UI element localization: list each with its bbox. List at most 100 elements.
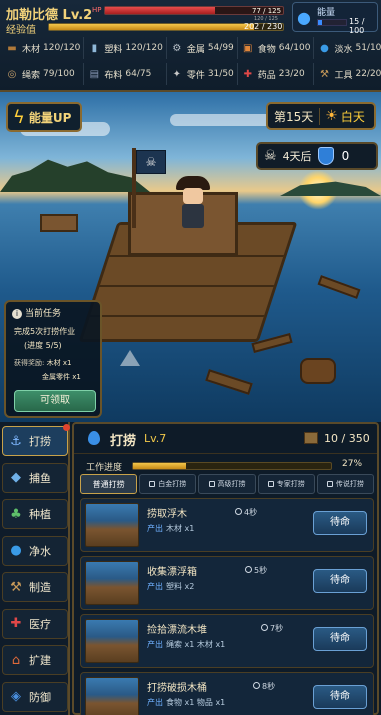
task-name: 打捞破损木桶 [147,683,207,694]
food-icon: ▣ [243,42,253,54]
standby-button[interactable]: 待命 [313,569,367,593]
sidebar-item-3[interactable]: ● 净水 [2,535,68,566]
energy-label: 能量 [317,8,336,18]
energy-fill [318,20,323,25]
resource-grid: ▬ 木材 120/120 ▮ 塑料 120/120 ⚙ 金属 54/99 ▣ 食物 64/100 ● 淡水… [2,37,381,85]
pirate-flag-icon: ☠ [136,150,166,174]
energy-bar [317,19,347,26]
standby-button[interactable]: 待命 [313,511,367,535]
pirate-character[interactable] [176,176,210,230]
resource-name: 塑料 [104,44,123,55]
cloth-icon: ▤ [89,68,100,80]
resource-name: 布料 [104,70,123,81]
day-indicator: 第15天 ☀ 白天 [266,102,376,130]
standby-button[interactable]: 待命 [313,685,367,709]
resource-6[interactable]: ▤ 布料 64/75 [84,63,167,85]
salvage-task-card: 收集漂浮箱 5秒 产出 塑料 x2 待命 [80,556,374,610]
hp-label: HP [92,6,102,14]
energy-up-button[interactable]: ϟ 能量UP [6,102,82,132]
resource-0[interactable]: ▬ 木材 120/120 [2,37,85,59]
resource-4[interactable]: ● 淡水51/100 [314,37,381,59]
task-thumbnail [85,503,139,547]
resource-5[interactable]: ◎ 绳索 79/100 [2,63,85,85]
ocean-scene: ☠ ϟ 能量UP 第15天 ☀ 白天 ☠ 4天后 0 i 当前任务 完成5次打捞… [0,92,381,422]
xp-label: 经验值 [6,25,36,36]
top-status-bar: 加勒比德 Lv.2 HP 77 / 125 120 / 125 经验值 202 … [0,0,381,92]
sidebar-item-7[interactable]: ◈ 防御 [2,681,68,712]
medkit-icon: ✚ [243,68,252,80]
resource-value: 31/50 [207,69,234,79]
panel-level: Lv.7 [144,432,167,445]
day-counter: 第15天 [268,107,321,125]
sidebar-item-1[interactable]: ◆ 捕鱼 [2,462,68,493]
resource-value: 120/120 [125,43,163,53]
resource-name: 木材 [22,44,41,55]
clock-icon [261,624,268,631]
tab-1[interactable]: 白金打捞 [139,474,197,494]
sprout-icon: ♣ [10,506,22,522]
work-progress-fill [133,463,187,469]
medkit-icon: ✚ [10,616,22,631]
sidebar-item-6[interactable]: ⌂ 扩建 [2,645,68,675]
tab-3[interactable]: 专家打捞 [257,474,315,494]
task-duration: 4秒 [235,507,257,518]
sidebar-label: 防御 [29,690,51,704]
raid-timer: 4天后 [282,150,312,163]
task-thumbnail [85,561,139,605]
resource-7[interactable]: ✦ 零件 31/50 [167,63,238,85]
work-progress-percent: 27% [342,459,363,469]
lock-icon [149,481,156,487]
tab-4[interactable]: 传说打捞 [316,474,375,494]
anchor-icon: ⚓ [10,433,22,449]
lightning-icon: ϟ [13,106,25,128]
energy-drop-icon: ● [297,8,311,27]
tab-label: 传说打捞 [335,480,364,488]
energy-meter[interactable]: ● 能量 15 / 100 [292,2,378,35]
fish-icon: ◆ [11,470,21,485]
salvage-tabs: 普通打捞 白金打捞 高级打捞 专家打捞 传说打捞 [80,474,375,494]
water-drop-icon [88,431,100,445]
tab-0[interactable]: 普通打捞 [80,474,138,494]
work-progress-bar [132,462,332,470]
clock-icon [235,508,242,515]
resource-3[interactable]: ▣ 食物 64/100 [238,37,315,59]
claim-reward-button[interactable]: 可领取 [14,390,96,412]
sidebar-item-4[interactable]: ⚒ 制造 [2,572,68,602]
panel-header: 打捞 Lv.7 10 / 350 [74,424,377,454]
raid-countdown[interactable]: ☠ 4天后 0 [256,142,378,170]
resource-value: 23/20 [278,69,305,79]
salvage-panel: 打捞 Lv.7 10 / 350 工作进度 27% 普通打捞 白金打捞 高级打捞 专家… [72,422,379,715]
task-thumbnail [85,619,139,663]
task-description: 完成5次打捞作业 [14,327,76,336]
resource-1[interactable]: ▮ 塑料 120/120 [84,37,167,59]
salvage-task-list: 捞取浮木 4秒 产出 木材 x1 待命 收集漂浮箱 5秒 产出 塑料 x2 待命 捡拾漂流木堆 7秒产… [80,498,374,715]
task-reward: 获得奖励: 木材 x1 [14,359,72,367]
task-duration: 8秒 [253,681,275,692]
task-output: 产出 木材 x1 [147,524,195,533]
resource-name: 零件 [186,70,205,81]
resource-name: 工具 [334,70,353,81]
resource-value: 22/20 [355,69,381,79]
salvage-task-card: 打捞破损木桶 8秒 产出 食物 x1 物品 x1 待命 [80,672,374,715]
resource-name: 食物 [257,44,276,55]
skull-icon: ☠ [264,148,277,164]
standby-button[interactable]: 待命 [313,627,367,651]
metal-gear-icon: ⚙ [172,42,182,54]
tab-2[interactable]: 高级打捞 [198,474,256,494]
task-thumbnail [85,677,139,715]
sidebar-item-5[interactable]: ✚ 医疗 [2,608,68,639]
resource-value: 79/100 [43,69,75,79]
sidebar-item-2[interactable]: ♣ 种植 [2,499,68,529]
floating-plank [317,275,361,299]
crate-icon [304,432,318,444]
sidebar-label: 种植 [29,508,51,521]
sidebar-item-0[interactable]: ⚓ 打捞 [2,424,70,456]
task-reward-2: 金属零件 x1 [42,373,81,381]
resource-8[interactable]: ✚ 药品 23/20 [238,63,315,85]
clock-icon [253,682,260,689]
parts-wrench-icon: ✦ [172,68,181,80]
tab-label: 专家打捞 [276,480,305,488]
resource-2[interactable]: ⚙ 金属 54/99 [167,37,238,59]
resource-9[interactable]: ⚒ 工具 22/20 [314,63,381,85]
energy-value: 15 / 100 [349,17,365,35]
